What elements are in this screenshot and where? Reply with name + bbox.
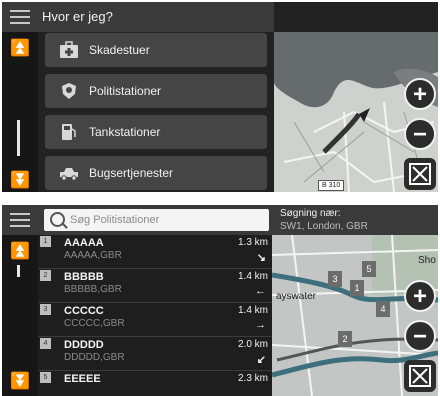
result-row[interactable]: 1 AAAAA AAAAA,GBR 1.3 km ↘ [38,235,272,269]
header-bar: Hvor er jeg? [2,2,274,32]
category-label: Tankstationer [89,125,161,139]
zoom-out-button[interactable]: − [404,320,436,352]
direction-arrow-icon: ↘ [256,252,266,264]
search-input[interactable] [70,212,260,228]
plus-icon: + [412,81,427,108]
scroll-top-icon[interactable]: ⏫ [2,38,38,58]
result-distance: 1.3 km [237,237,268,248]
result-number: 3 [40,304,51,315]
result-address: DDDDD,GBR [64,352,125,363]
result-row[interactable]: 4 DDDDD DDDDD,GBR 2.0 km ↙ [38,337,272,371]
category-label: Bugsertjenester [89,166,174,180]
expand-arrows-icon [409,163,431,185]
search-near-location: SW1, London, GBR [280,221,368,232]
search-results-screen: Søgning nær: SW1, London, GBR ⏫ ⏬ 1 AAAA… [2,205,438,396]
scroll-thumb[interactable] [17,265,20,277]
result-row[interactable]: 2 BBBBB BBBBB,GBR 1.4 km ← [38,269,272,303]
zoom-in-button[interactable]: + [404,78,436,110]
category-label: Skadestuer [89,43,150,57]
map-view[interactable]: B 310 + − [274,32,438,192]
map-pin[interactable]: 5 [362,261,376,277]
category-button-police[interactable]: Politistationer [45,74,267,108]
result-distance: 2.3 km [237,373,268,384]
direction-arrow-icon: → [255,319,266,331]
search-box[interactable] [44,209,269,231]
plus-icon: + [412,283,427,310]
tow-truck-icon [60,168,78,181]
fuel-pump-icon [62,124,76,140]
minus-icon: − [412,121,427,148]
result-row[interactable]: 5 EEEEE 2.3 km [38,371,272,396]
scroll-bottom-icon[interactable]: ⏬ [2,170,38,190]
category-button-towing[interactable]: Bugsertjenester [45,156,267,190]
menu-icon[interactable] [10,10,30,24]
direction-arrow-icon: ↙ [256,354,266,366]
map-pin[interactable]: 1 [350,280,364,296]
scroll-rail[interactable]: ⏫ ⏬ [2,235,38,396]
result-address: BBBBB,GBR [64,284,122,295]
scroll-top-icon[interactable]: ⏫ [2,241,38,261]
result-number: 5 [40,372,51,383]
result-name: DDDDD [64,339,104,351]
result-number: 1 [40,236,51,247]
search-icon [50,212,65,227]
search-near-caption: Søgning nær: [280,208,341,219]
expand-arrows-icon [409,365,431,387]
zoom-out-button[interactable]: − [404,118,436,150]
direction-arrow-icon: ← [255,285,266,297]
result-address: CCCCC,GBR [64,318,125,329]
map-pin[interactable]: 2 [338,331,352,347]
map-pin[interactable]: 3 [328,271,342,287]
expand-map-button[interactable] [404,360,436,392]
scroll-rail[interactable]: ⏫ ⏬ [2,32,38,192]
result-name: CCCCC [64,305,104,317]
header-bar: Søgning nær: SW1, London, GBR [2,205,438,235]
result-address: AAAAA,GBR [64,250,122,261]
where-am-i-screen: Hvor er jeg? ⏫ ⏬ Skadestuer Politistatio… [2,2,438,192]
first-aid-kit-icon [60,41,78,58]
map-place-label: Sho [418,255,436,266]
result-distance: 1.4 km [237,305,268,316]
results-map[interactable]: ayswater Sho 1 2 3 4 5 + − [272,235,438,396]
result-row[interactable]: 3 CCCCC CCCCC,GBR 1.4 km → [38,303,272,337]
result-distance: 2.0 km [237,339,268,350]
result-name: BBBBB [64,271,104,283]
menu-icon[interactable] [10,213,30,227]
result-name: AAAAA [64,237,104,249]
category-label: Politistationer [89,84,162,98]
category-button-fuel[interactable]: Tankstationer [45,115,267,149]
police-badge-icon [62,83,76,99]
zoom-in-button[interactable]: + [404,280,436,312]
map-place-label: ayswater [276,291,317,302]
scroll-thumb[interactable] [17,120,20,156]
road-label: B 310 [318,180,345,191]
page-title: Hvor er jeg? [42,9,113,24]
map-pin[interactable]: 4 [376,301,390,317]
result-name: EEEEE [64,373,101,385]
minus-icon: − [412,323,427,350]
result-number: 2 [40,270,51,281]
result-distance: 1.4 km [237,271,268,282]
result-number: 4 [40,338,51,349]
category-button-emergency[interactable]: Skadestuer [45,33,267,67]
expand-map-button[interactable] [404,158,436,190]
scroll-bottom-icon[interactable]: ⏬ [2,371,38,391]
